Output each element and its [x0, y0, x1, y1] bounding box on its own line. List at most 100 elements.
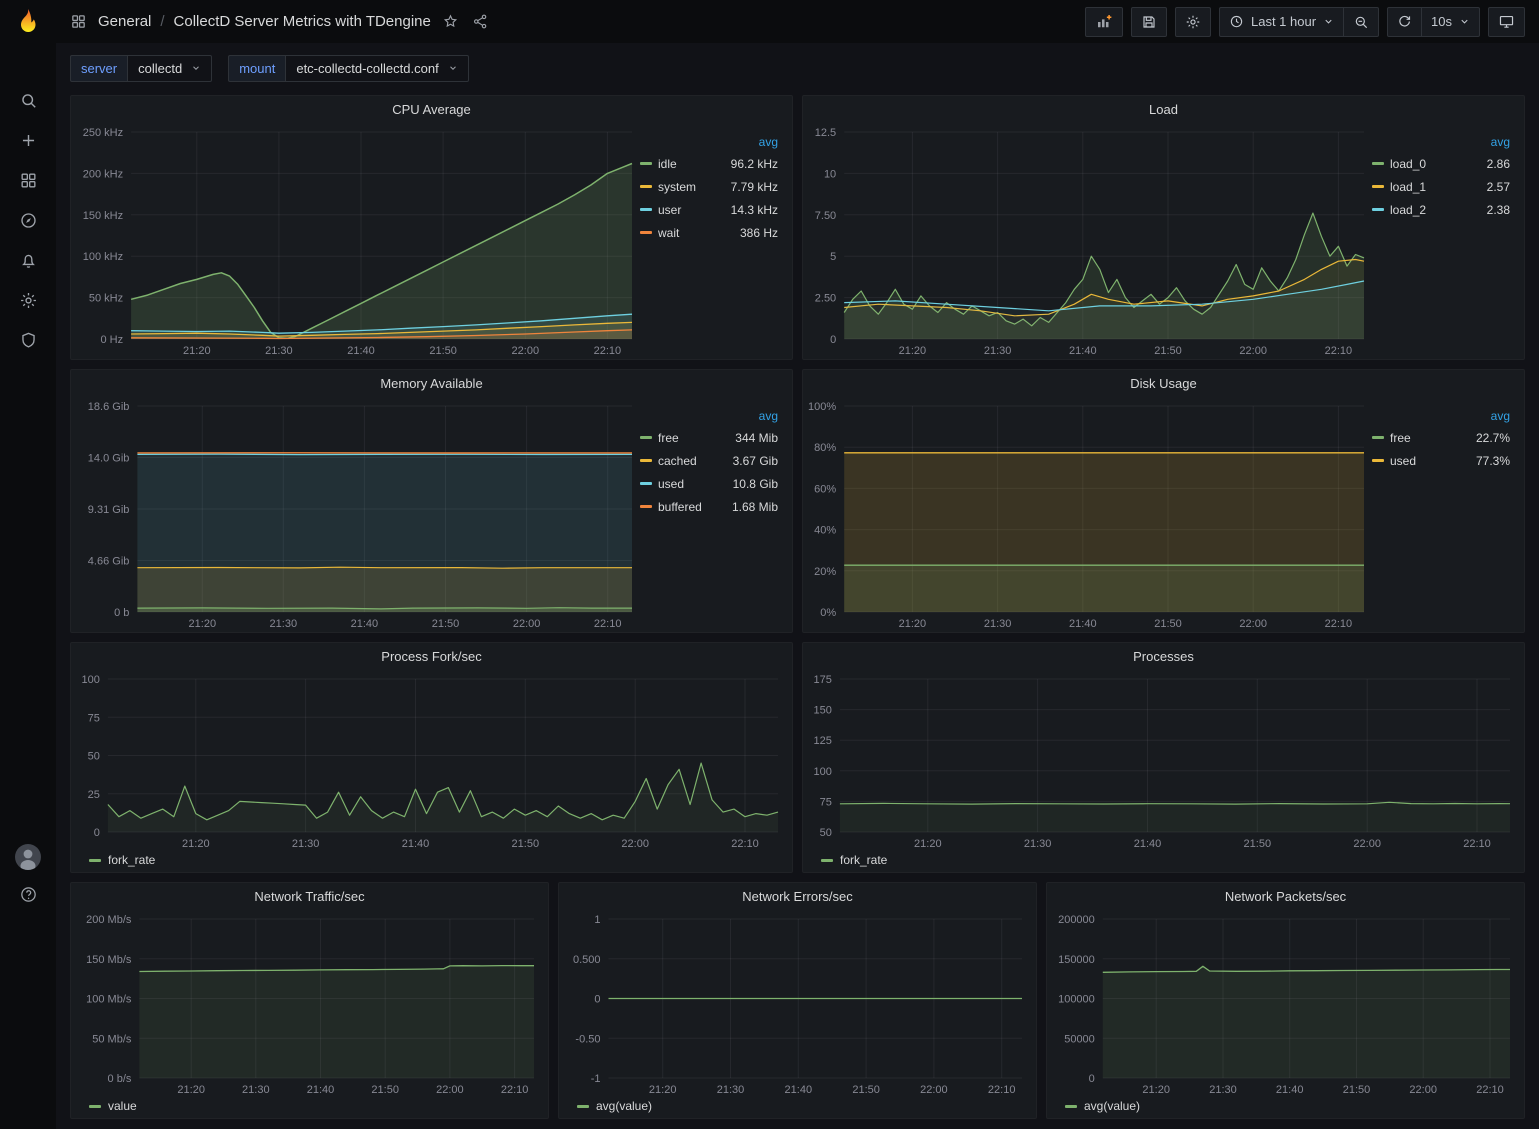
- panel-header[interactable]: Load: [803, 96, 1524, 122]
- chart-memory-available[interactable]: 0 b4.66 Gib9.31 Gib14.0 Gib18.6 Gib21:20…: [73, 396, 640, 630]
- svg-text:200 kHz: 200 kHz: [83, 168, 123, 180]
- chart-network-errors[interactable]: -1-0.5000.500121:2021:3021:4021:5022:002…: [563, 909, 1030, 1096]
- kiosk-mode-button[interactable]: [1488, 7, 1525, 37]
- chart-processes[interactable]: 507510012515017521:2021:3021:4021:5022:0…: [807, 669, 1518, 850]
- legend-item-used[interactable]: used10.8 Gib: [640, 472, 780, 495]
- dashboard-settings-button[interactable]: [1175, 7, 1211, 37]
- legend-item-load_1[interactable]: load_12.57: [1372, 175, 1512, 198]
- chart-network-packets[interactable]: 05000010000015000020000021:2021:3021:402…: [1051, 909, 1518, 1096]
- legend-item-used[interactable]: used77.3%: [1372, 449, 1512, 472]
- refresh-interval-select[interactable]: 10s: [1422, 7, 1480, 37]
- sidebar-bottom: [15, 844, 41, 1129]
- panel-header[interactable]: Process Fork/sec: [71, 643, 792, 669]
- svg-text:22:00: 22:00: [1239, 618, 1267, 630]
- svg-text:25: 25: [88, 789, 100, 801]
- dashboards-grid-icon: [68, 11, 89, 32]
- legend-series-value: 1.68 Mib: [732, 500, 780, 514]
- svg-text:40%: 40%: [814, 525, 836, 537]
- chevron-down-icon: [1323, 16, 1334, 27]
- legend-item-buffered[interactable]: buffered1.68 Mib: [640, 495, 780, 518]
- legend-series-value: 77.3%: [1476, 454, 1512, 468]
- legend-item-value[interactable]: value: [89, 1099, 137, 1113]
- svg-text:21:50: 21:50: [852, 1084, 880, 1096]
- chart-disk-usage[interactable]: 0%20%40%60%80%100%21:2021:3021:4021:5022…: [805, 396, 1372, 630]
- app-root: General / CollectD Server Metrics with T…: [0, 0, 1539, 1129]
- sidebar-item-help[interactable]: [19, 885, 38, 904]
- panel-header[interactable]: Network Errors/sec: [559, 883, 1036, 909]
- svg-text:4.66 Gib: 4.66 Gib: [88, 556, 130, 568]
- time-range-picker[interactable]: Last 1 hour: [1219, 7, 1344, 37]
- chart-load[interactable]: 02.5057.501012.521:2021:3021:4021:5022:0…: [805, 122, 1372, 357]
- svg-text:21:50: 21:50: [1154, 345, 1182, 357]
- breadcrumb-title: CollectD Server Metrics with TDengine: [174, 13, 431, 30]
- sidebar-item-explore[interactable]: [19, 211, 38, 230]
- svg-text:20%: 20%: [814, 566, 836, 578]
- variable-server: server collectd: [70, 55, 212, 82]
- legend-item-avg(value)[interactable]: avg(value): [577, 1099, 652, 1113]
- save-dashboard-button[interactable]: [1131, 7, 1167, 37]
- panel-header[interactable]: Memory Available: [71, 370, 792, 396]
- legend-item-wait[interactable]: wait386 Hz: [640, 221, 780, 244]
- zoom-out-button[interactable]: [1344, 7, 1379, 37]
- share-button[interactable]: [470, 11, 491, 32]
- svg-text:21:20: 21:20: [1142, 1084, 1170, 1096]
- legend-item-system[interactable]: system7.79 kHz: [640, 175, 780, 198]
- chart-process-fork[interactable]: 025507510021:2021:3021:4021:5022:0022:10: [75, 669, 786, 850]
- svg-text:21:20: 21:20: [177, 1084, 205, 1096]
- svg-text:0.500: 0.500: [573, 954, 601, 966]
- legend-item-free[interactable]: free344 Mib: [640, 426, 780, 449]
- sidebar-item-alerting[interactable]: [19, 251, 38, 270]
- breadcrumb-folder[interactable]: General: [98, 13, 151, 30]
- legend-item-cached[interactable]: cached3.67 Gib: [640, 449, 780, 472]
- sidebar-item-dashboards[interactable]: [19, 171, 38, 190]
- add-panel-button[interactable]: [1085, 7, 1123, 37]
- series-color-dash: [640, 505, 652, 508]
- legend-item-idle[interactable]: idle96.2 kHz: [640, 152, 780, 175]
- svg-text:21:40: 21:40: [1276, 1084, 1304, 1096]
- panel-header[interactable]: Disk Usage: [803, 370, 1524, 396]
- variable-mount-value[interactable]: etc-collectd-collectd.conf: [285, 55, 468, 82]
- chart-cpu-average[interactable]: 0 Hz50 kHz100 kHz150 kHz200 kHz250 kHz21…: [73, 122, 640, 357]
- legend-item-load_0[interactable]: load_02.86: [1372, 152, 1512, 175]
- legend-item-user[interactable]: user14.3 kHz: [640, 198, 780, 221]
- chart-network-traffic[interactable]: 0 b/s50 Mb/s100 Mb/s150 Mb/s200 Mb/s21:2…: [75, 909, 542, 1096]
- svg-text:22:00: 22:00: [1353, 838, 1381, 850]
- legend-item-fork_rate[interactable]: fork_rate: [89, 853, 155, 867]
- legend-item-load_2[interactable]: load_22.38: [1372, 198, 1512, 221]
- sidebar-item-server-admin[interactable]: [19, 331, 38, 350]
- panel-title: Load: [1149, 102, 1178, 117]
- legend-item-free[interactable]: free22.7%: [1372, 426, 1512, 449]
- user-avatar[interactable]: [15, 844, 41, 870]
- panel-header[interactable]: Processes: [803, 643, 1524, 669]
- svg-text:100000: 100000: [1058, 994, 1095, 1006]
- svg-text:125: 125: [814, 735, 832, 747]
- svg-text:1: 1: [594, 914, 600, 926]
- legend-item-avg(value)[interactable]: avg(value): [1065, 1099, 1140, 1113]
- legend-series-value: 7.79 kHz: [731, 180, 780, 194]
- legend-series-name: idle: [658, 157, 731, 171]
- panel-title: Network Errors/sec: [742, 889, 853, 904]
- svg-text:150 kHz: 150 kHz: [83, 210, 123, 222]
- grafana-logo[interactable]: [13, 7, 43, 37]
- svg-text:22:00: 22:00: [436, 1084, 464, 1096]
- sidebar-item-create[interactable]: [19, 131, 38, 150]
- legend-item-fork_rate[interactable]: fork_rate: [821, 853, 887, 867]
- panel-title: Network Traffic/sec: [254, 889, 364, 904]
- series-color-dash: [1372, 162, 1384, 165]
- refresh-button[interactable]: [1387, 7, 1422, 37]
- svg-text:21:30: 21:30: [242, 1084, 270, 1096]
- panel-header[interactable]: CPU Average: [71, 96, 792, 122]
- main-area: General / CollectD Server Metrics with T…: [56, 0, 1539, 1129]
- time-range-label: Last 1 hour: [1251, 14, 1316, 29]
- variable-server-value[interactable]: collectd: [127, 55, 212, 82]
- panel-header[interactable]: Network Packets/sec: [1047, 883, 1524, 909]
- svg-text:21:40: 21:40: [347, 345, 375, 357]
- svg-text:2.50: 2.50: [815, 293, 836, 305]
- sidebar-item-configuration[interactable]: [19, 291, 38, 310]
- panel-header[interactable]: Network Traffic/sec: [71, 883, 548, 909]
- star-button[interactable]: [440, 11, 461, 32]
- svg-text:22:10: 22:10: [1476, 1084, 1504, 1096]
- panel-processes: Processes 507510012515017521:2021:3021:4…: [802, 642, 1525, 873]
- sidebar-item-search[interactable]: [19, 91, 38, 110]
- legend-series-name: wait: [658, 226, 740, 240]
